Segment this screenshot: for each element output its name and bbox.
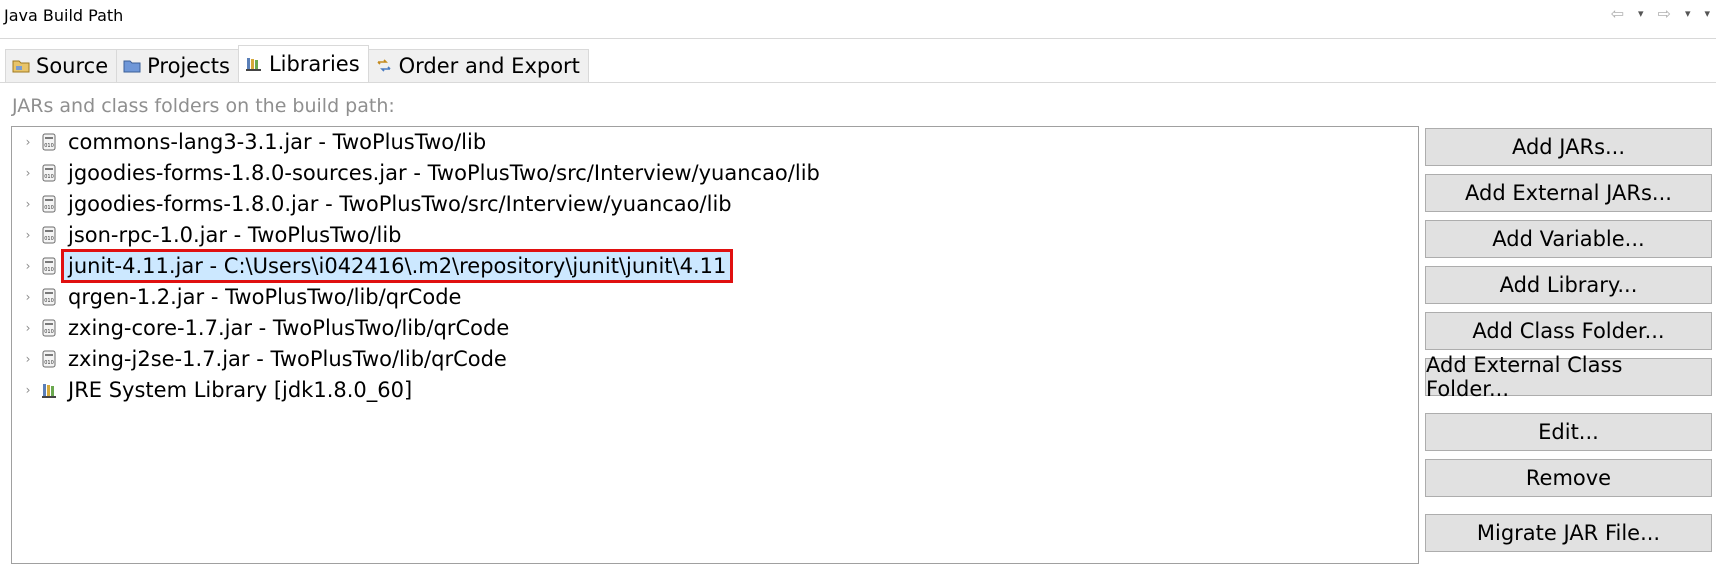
- list-item[interactable]: › 010 qrgen-1.2.jar - TwoPlusTwo/lib/qrC…: [12, 282, 1418, 312]
- svg-text:010: 010: [44, 174, 54, 180]
- add-class-folder-button[interactable]: Add Class Folder...: [1425, 312, 1712, 350]
- edit-button[interactable]: Edit...: [1425, 413, 1712, 451]
- expand-chevron-icon[interactable]: ›: [20, 228, 36, 242]
- projects-icon: [123, 57, 141, 75]
- jar-icon: 010: [42, 226, 56, 244]
- remove-button[interactable]: Remove: [1425, 459, 1712, 497]
- svg-text:010: 010: [44, 267, 54, 273]
- add-external-jars-button[interactable]: Add External JARs...: [1425, 174, 1712, 212]
- library-label: json-rpc-1.0.jar - TwoPlusTwo/lib: [68, 223, 402, 247]
- list-item[interactable]: › 010 jgoodies-forms-1.8.0.jar - TwoPlus…: [12, 189, 1418, 219]
- order-export-icon: [375, 57, 393, 75]
- expand-chevron-icon[interactable]: ›: [20, 352, 36, 366]
- jar-icon: 010: [42, 288, 56, 306]
- libraries-icon: [245, 55, 263, 73]
- expand-chevron-icon[interactable]: ›: [20, 135, 36, 149]
- add-external-class-folder-button[interactable]: Add External Class Folder...: [1425, 353, 1712, 401]
- svg-text:010: 010: [44, 143, 54, 149]
- library-label: jgoodies-forms-1.8.0-sources.jar - TwoPl…: [68, 161, 820, 185]
- build-path-caption: JARs and class folders on the build path…: [12, 95, 395, 117]
- source-folder-icon: [12, 57, 30, 75]
- forward-arrow-icon[interactable]: ⇨: [1658, 4, 1671, 23]
- library-label: junit-4.11.jar - C:\Users\i042416\.m2\re…: [60, 249, 734, 283]
- tab-underline: [0, 82, 1716, 83]
- svg-text:010: 010: [44, 236, 54, 242]
- tab-libraries[interactable]: Libraries: [237, 45, 369, 82]
- view-menu-chevron-down-icon[interactable]: ▾: [1704, 7, 1710, 20]
- library-icon: [42, 384, 56, 398]
- list-item[interactable]: › 010 json-rpc-1.0.jar - TwoPlusTwo/lib: [12, 220, 1418, 250]
- expand-chevron-icon[interactable]: ›: [20, 290, 36, 304]
- tab-source-label: Source: [36, 54, 109, 78]
- library-label: zxing-j2se-1.7.jar - TwoPlusTwo/lib/qrCo…: [68, 347, 507, 371]
- list-item-selected[interactable]: › 010 junit-4.11.jar - C:\Users\i042416\…: [12, 249, 1418, 283]
- jar-icon: 010: [42, 164, 56, 182]
- jar-icon: 010: [42, 257, 56, 275]
- svg-text:010: 010: [44, 298, 54, 304]
- back-arrow-icon[interactable]: ⇦: [1611, 4, 1624, 23]
- library-label: qrgen-1.2.jar - TwoPlusTwo/lib/qrCode: [68, 285, 462, 309]
- library-label: jgoodies-forms-1.8.0.jar - TwoPlusTwo/sr…: [68, 192, 732, 216]
- add-library-button[interactable]: Add Library...: [1425, 266, 1712, 304]
- title-bar: Java Build Path ⇦ ▾ ⇨ ▾ ▾: [0, 0, 1716, 33]
- jar-icon: 010: [42, 195, 56, 213]
- svg-text:010: 010: [44, 360, 54, 366]
- back-history-chevron-down-icon[interactable]: ▾: [1638, 7, 1644, 20]
- expand-chevron-icon[interactable]: ›: [20, 321, 36, 335]
- tab-projects-label: Projects: [147, 54, 230, 78]
- tab-projects[interactable]: Projects: [116, 49, 239, 82]
- tab-bar: Source Projects Libraries Order and Expo…: [5, 45, 589, 82]
- library-label: JRE System Library [jdk1.8.0_60]: [68, 378, 413, 402]
- nav-controls: ⇦ ▾ ⇨ ▾ ▾: [1611, 4, 1710, 23]
- tab-source[interactable]: Source: [5, 49, 118, 82]
- expand-chevron-icon[interactable]: ›: [20, 383, 36, 397]
- jar-icon: 010: [42, 350, 56, 368]
- window-title: Java Build Path: [4, 6, 124, 25]
- svg-text:010: 010: [44, 329, 54, 335]
- migrate-jar-button[interactable]: Migrate JAR File...: [1425, 514, 1712, 552]
- list-item[interactable]: › JRE System Library [jdk1.8.0_60]: [12, 375, 1418, 405]
- add-jars-button[interactable]: Add JARs...: [1425, 128, 1712, 166]
- list-item[interactable]: › 010 jgoodies-forms-1.8.0-sources.jar -…: [12, 158, 1418, 188]
- jar-icon: 010: [42, 319, 56, 337]
- library-label: zxing-core-1.7.jar - TwoPlusTwo/lib/qrCo…: [68, 316, 510, 340]
- list-item[interactable]: › 010 commons-lang3-3.1.jar - TwoPlusTwo…: [12, 127, 1418, 157]
- forward-history-chevron-down-icon[interactable]: ▾: [1685, 7, 1691, 20]
- expand-chevron-icon[interactable]: ›: [20, 197, 36, 211]
- title-separator: [0, 38, 1716, 39]
- expand-chevron-icon[interactable]: ›: [20, 166, 36, 180]
- library-tree[interactable]: › 010 commons-lang3-3.1.jar - TwoPlusTwo…: [11, 126, 1419, 564]
- library-label: commons-lang3-3.1.jar - TwoPlusTwo/lib: [68, 130, 487, 154]
- tab-libraries-label: Libraries: [268, 52, 360, 76]
- list-item[interactable]: › 010 zxing-j2se-1.7.jar - TwoPlusTwo/li…: [12, 344, 1418, 374]
- expand-chevron-icon[interactable]: ›: [20, 259, 36, 273]
- jar-icon: 010: [42, 133, 56, 151]
- tab-order-export-label: Order and Export: [398, 54, 580, 78]
- list-item[interactable]: › 010 zxing-core-1.7.jar - TwoPlusTwo/li…: [12, 313, 1418, 343]
- add-variable-button[interactable]: Add Variable...: [1425, 220, 1712, 258]
- svg-text:010: 010: [44, 205, 54, 211]
- tab-order-and-export[interactable]: Order and Export: [367, 49, 589, 82]
